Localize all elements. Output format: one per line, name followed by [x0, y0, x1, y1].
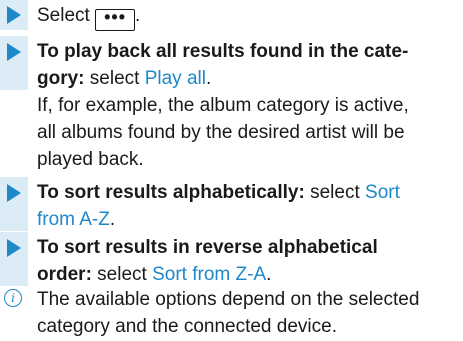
sort-a-z-link: Sort: [365, 182, 400, 203]
sort-z-a-link: Sort from Z-A: [152, 264, 267, 285]
step-3-heading: To sort results alphabetically:: [37, 182, 305, 203]
step-3-text: To sort results alphabetically: select S…: [37, 179, 455, 233]
step-2-note-line-3: played back.: [37, 149, 144, 170]
step-arrow-icon: [7, 43, 21, 61]
step-4-select: select: [91, 264, 153, 285]
info-line-1: The available options depend on the sele…: [37, 289, 420, 310]
info-note: The available options depend on the sele…: [37, 286, 455, 340]
step-2-text: To play back all results found in the ca…: [37, 38, 455, 173]
more-options-button-label: •••: [95, 8, 135, 31]
step-4-tail: .: [266, 264, 272, 285]
step-1-suffix: .: [135, 5, 141, 26]
step-3-select: select: [304, 182, 366, 203]
step-2-tail: .: [205, 68, 212, 89]
step-4-heading: To sort results in reverse alphabetical: [37, 237, 378, 258]
step-arrow-icon: [7, 184, 21, 202]
step-2-note-line-1: If, for example, the album category is a…: [37, 95, 409, 116]
step-3-tail: .: [109, 209, 116, 230]
info-line-2: category and the connected device.: [37, 316, 337, 337]
step-4-heading-cont: order:: [37, 264, 92, 285]
instruction-page: Select •••. To play back all results fou…: [0, 0, 463, 341]
sort-a-z-link-cont: from A-Z: [37, 209, 110, 230]
step-arrow-icon: [7, 239, 21, 257]
step-2-heading: To play back all results found in the ca…: [37, 41, 409, 62]
step-2-note-line-2: all albums found by the desired artist w…: [37, 122, 405, 143]
play-all-link: Play all: [144, 68, 206, 89]
step-2-select: select: [84, 68, 145, 89]
info-icon: i: [4, 289, 22, 307]
step-1-prefix: Select: [37, 5, 96, 26]
step-arrow-icon: [7, 6, 21, 24]
step-4-text: To sort results in reverse alphabetical …: [37, 234, 455, 288]
step-1-text: Select •••.: [37, 2, 455, 31]
step-2-heading-cont: gory:: [37, 68, 85, 89]
